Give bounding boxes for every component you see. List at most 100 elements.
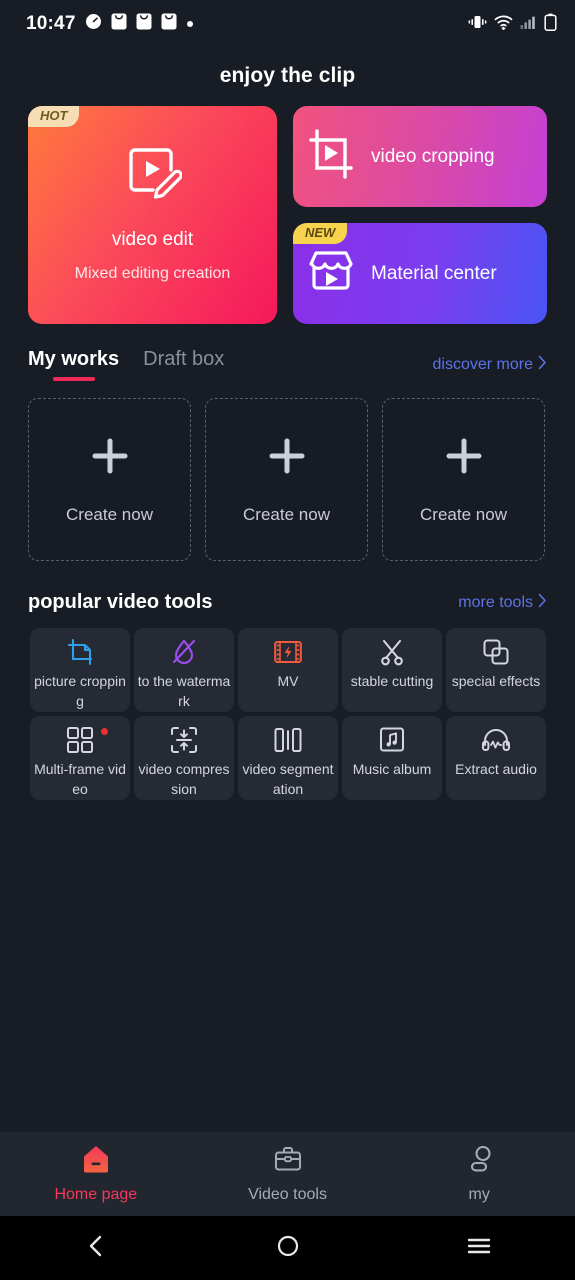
nav-label-my: my <box>468 1186 490 1203</box>
plus-icon <box>442 434 486 483</box>
scissors-icon <box>378 637 406 667</box>
video-cropping-label: video cropping <box>371 145 495 167</box>
home-icon <box>81 1144 111 1179</box>
material-center-label: Material center <box>371 262 497 284</box>
nav-label-home-page: Home page <box>54 1186 138 1203</box>
tools-grid: picture cropping to the watermark MV sta… <box>0 628 575 800</box>
music-note-icon <box>378 725 406 755</box>
chevron-right-icon <box>538 593 547 613</box>
watermark-off-icon <box>170 637 198 667</box>
tools-title: popular video tools <box>28 591 213 613</box>
app-header: enjoy the clip <box>0 48 575 104</box>
create-now-label: Create now <box>420 505 507 524</box>
create-now-card[interactable]: Create now <box>382 398 545 561</box>
recents-button[interactable] <box>383 1235 575 1262</box>
material-center-card[interactable]: NEW Material center <box>293 223 547 324</box>
home-button[interactable] <box>192 1234 384 1263</box>
new-badge: NEW <box>293 223 348 245</box>
tool-video-segmentation[interactable]: video segmentation <box>238 716 338 800</box>
tool-label: stable cutting <box>350 673 434 689</box>
video-edit-title: video edit <box>111 229 194 250</box>
tool-label: special effects <box>451 673 541 689</box>
tool-label: picture cropping <box>34 673 126 709</box>
tool-label: Multi-frame video <box>34 761 126 797</box>
tab-draft-box[interactable]: Draft box <box>143 348 224 383</box>
more-tools-link[interactable]: more tools <box>458 593 547 613</box>
video-edit-subtitle: Mixed editing creation <box>74 265 231 282</box>
layers-icon <box>482 637 510 667</box>
back-button[interactable] <box>0 1234 192 1263</box>
nav-item-video-tools[interactable]: Video tools <box>192 1132 384 1216</box>
tool-to-the-watermark[interactable]: to the watermark <box>134 628 234 712</box>
tools-header: popular video tools more tools <box>0 591 575 614</box>
hero-cards: HOT video edit Mixed editing creation vi… <box>0 106 575 324</box>
tool-label: video segmentation <box>242 761 334 797</box>
battery-icon <box>544 13 557 36</box>
tool-label: video compression <box>138 761 230 797</box>
video-edit-card[interactable]: HOT video edit Mixed editing creation <box>28 106 277 324</box>
tool-multi-frame-video[interactable]: Multi-frame video <box>30 716 130 800</box>
chevron-left-icon <box>85 1234 107 1263</box>
mail-icon <box>136 13 152 35</box>
plus-icon <box>265 434 309 483</box>
tool-extract-audio[interactable]: Extract audio <box>446 716 546 800</box>
system-navigation-bar <box>0 1216 575 1280</box>
video-edit-icon <box>124 144 183 207</box>
vibrate-icon <box>468 14 487 35</box>
works-header: My works Draft box discover more <box>0 346 575 384</box>
store-play-icon <box>305 245 357 302</box>
signal-icon <box>520 14 537 35</box>
mail-icon <box>111 13 127 35</box>
hero-side-column: video cropping NEW Material center <box>293 106 547 324</box>
tool-stable-cutting[interactable]: stable cutting <box>342 628 442 712</box>
mail-icon <box>161 13 177 35</box>
nav-item-home-page[interactable]: Home page <box>0 1132 192 1216</box>
grid-icon <box>66 725 94 755</box>
briefcase-icon <box>273 1144 303 1179</box>
chevron-right-icon <box>538 355 547 375</box>
tool-music-album[interactable]: Music album <box>342 716 442 800</box>
person-icon <box>464 1144 494 1179</box>
create-now-card[interactable]: Create now <box>205 398 368 561</box>
clock-icon <box>85 13 102 35</box>
works-list: Create now Create now Create now <box>0 398 575 561</box>
video-cropping-card[interactable]: video cropping <box>293 106 547 207</box>
crop-play-icon <box>305 128 357 185</box>
headphones-icon <box>482 725 510 755</box>
split-icon <box>274 725 302 755</box>
create-now-label: Create now <box>243 505 330 524</box>
nav-item-my[interactable]: my <box>383 1132 575 1216</box>
discover-more-link[interactable]: discover more <box>433 355 547 375</box>
film-bolt-icon <box>274 637 302 667</box>
hot-badge: HOT <box>28 106 80 128</box>
dot-icon <box>186 15 194 33</box>
tool-label: MV <box>277 673 299 689</box>
tool-label: Music album <box>352 761 432 777</box>
nav-label-video-tools: Video tools <box>248 1186 327 1203</box>
discover-more-label: discover more <box>432 356 533 373</box>
notification-dot-badge <box>101 728 108 735</box>
create-now-card[interactable]: Create now <box>28 398 191 561</box>
plus-icon <box>88 434 132 483</box>
more-tools-label: more tools <box>458 593 533 611</box>
compress-icon <box>170 725 198 755</box>
tool-picture-cropping[interactable]: picture cropping <box>30 628 130 712</box>
tool-mv[interactable]: MV <box>238 628 338 712</box>
bottom-navigation: Home page Video tools my <box>0 1132 575 1216</box>
status-time: 10:47 <box>26 13 76 34</box>
circle-icon <box>276 1234 300 1263</box>
status-bar-left: 10:47 <box>26 13 468 35</box>
tool-video-compression[interactable]: video compression <box>134 716 234 800</box>
tab-my-works-label: My works <box>28 347 120 370</box>
create-now-label: Create now <box>66 505 153 524</box>
menu-icon <box>466 1235 492 1262</box>
tool-special-effects[interactable]: special effects <box>446 628 546 712</box>
page-title: enjoy the clip <box>219 64 356 87</box>
tab-draft-box-label: Draft box <box>143 347 225 370</box>
tool-label: to the watermark <box>137 673 231 709</box>
status-bar-right <box>468 13 557 36</box>
tool-label: Extract audio <box>455 761 537 777</box>
tab-my-works[interactable]: My works <box>28 348 119 383</box>
picture-crop-icon <box>66 637 94 667</box>
status-bar: 10:47 <box>0 0 575 48</box>
